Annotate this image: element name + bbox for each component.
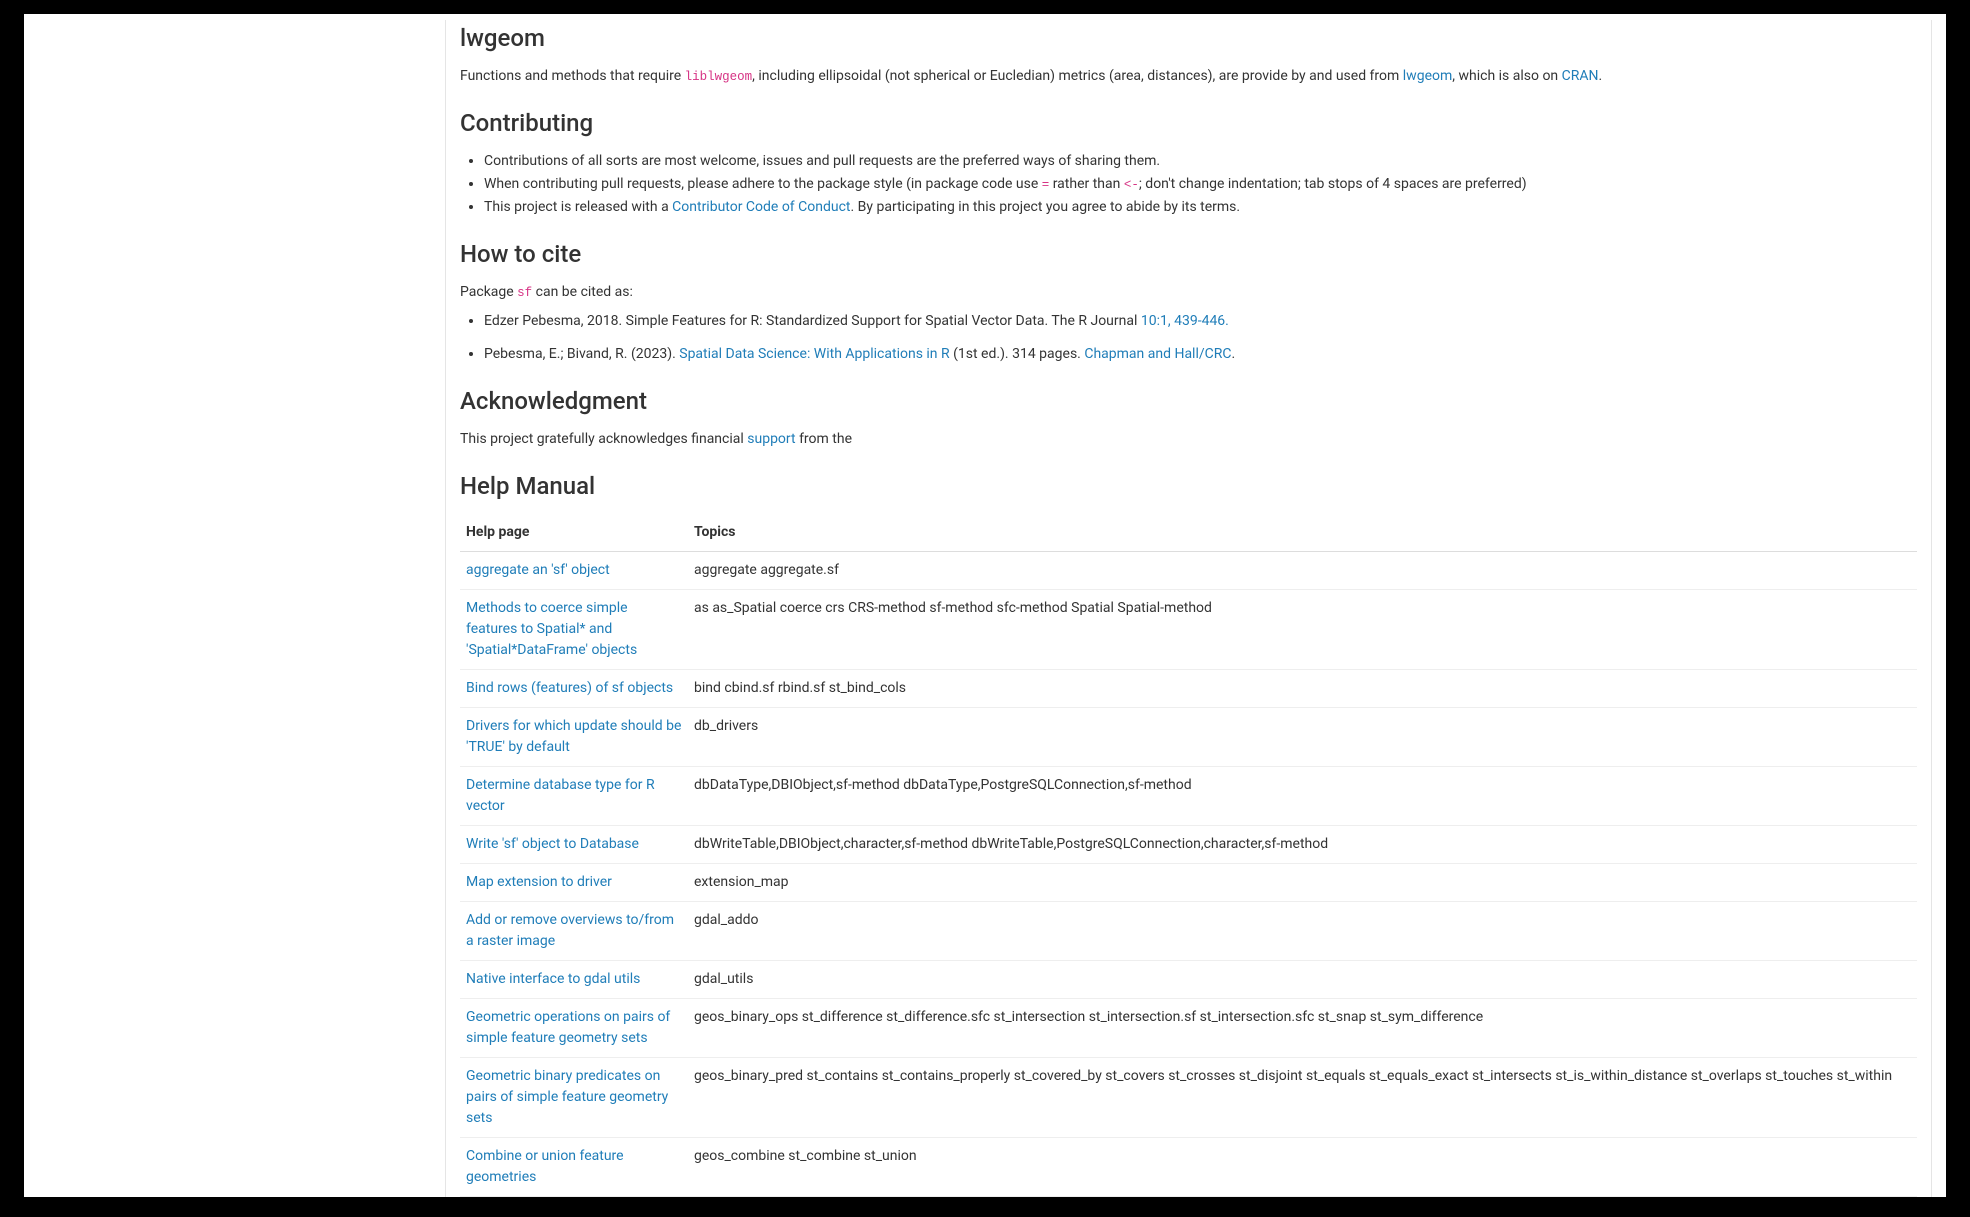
link-support[interactable]: support bbox=[747, 431, 795, 447]
text: , including ellipsoidal (not spherical o… bbox=[752, 68, 1403, 84]
text: Edzer Pebesma, 2018. Simple Features for… bbox=[484, 313, 1141, 329]
table-row: Methods to coerce simple features to Spa… bbox=[460, 590, 1917, 670]
lwgeom-paragraph: Functions and methods that require liblw… bbox=[460, 66, 1917, 87]
topics-cell: extension_map bbox=[688, 864, 1917, 902]
text: from the bbox=[796, 431, 852, 447]
table-row: Native interface to gdal utils gdal_utils bbox=[460, 961, 1917, 999]
help-page-link[interactable]: Methods to coerce simple features to Spa… bbox=[466, 600, 637, 658]
text: Functions and methods that require bbox=[460, 68, 685, 84]
topics-cell: gdal_utils bbox=[688, 961, 1917, 999]
text: . bbox=[1232, 346, 1236, 362]
help-page-link[interactable]: Geometric binary predicates on pairs of … bbox=[466, 1068, 668, 1126]
text: can be cited as: bbox=[532, 284, 633, 300]
help-page-link[interactable]: aggregate an 'sf' object bbox=[466, 562, 610, 578]
heading-help-manual: Help Manual bbox=[460, 468, 1917, 504]
code-liblwgeom: liblwgeom bbox=[685, 70, 753, 84]
topics-cell: dbDataType,DBIObject,sf-method dbDataTyp… bbox=[688, 767, 1917, 826]
text: ; don't change indentation; tab stops of… bbox=[1139, 176, 1527, 192]
link-lwgeom[interactable]: lwgeom bbox=[1403, 68, 1452, 84]
col-header-help-page: Help page bbox=[460, 514, 688, 552]
code-sf: sf bbox=[517, 286, 532, 300]
table-row: Drivers for which update should be 'TRUE… bbox=[460, 708, 1917, 767]
topics-cell: bind cbind.sf rbind.sf st_bind_cols bbox=[688, 670, 1917, 708]
text: (1st ed.). 314 pages. bbox=[950, 346, 1085, 362]
link-code-of-conduct[interactable]: Contributor Code of Conduct bbox=[672, 199, 850, 215]
help-page-link[interactable]: Add or remove overviews to/from a raster… bbox=[466, 912, 674, 949]
ack-paragraph: This project gratefully acknowledges fin… bbox=[460, 429, 1917, 450]
table-row: Determine database type for R vector dbDa… bbox=[460, 767, 1917, 826]
link-cran[interactable]: CRAN bbox=[1562, 68, 1599, 84]
heading-acknowledgment: Acknowledgment bbox=[460, 383, 1917, 419]
topics-cell: aggregate aggregate.sf bbox=[688, 552, 1917, 590]
code-arrow: <- bbox=[1124, 178, 1139, 192]
topics-cell: geos_combine st_combine st_union bbox=[688, 1138, 1917, 1197]
contributing-list: Contributions of all sorts are most welc… bbox=[460, 151, 1917, 218]
table-row: aggregate an 'sf' object aggregate aggreg… bbox=[460, 552, 1917, 590]
help-page-link[interactable]: Map extension to driver bbox=[466, 874, 612, 890]
table-row: Map extension to driver extension_map bbox=[460, 864, 1917, 902]
link-sds-book[interactable]: Spatial Data Science: With Applications … bbox=[679, 346, 949, 362]
col-header-topics: Topics bbox=[688, 514, 1917, 552]
page-viewport: lwgeom Functions and methods that requir… bbox=[24, 14, 1946, 1197]
text: When contributing pull requests, please … bbox=[484, 176, 1042, 192]
table-row: Add or remove overviews to/from a raster… bbox=[460, 902, 1917, 961]
list-item: When contributing pull requests, please … bbox=[484, 174, 1917, 195]
text: , which is also on bbox=[1452, 68, 1561, 84]
help-page-link[interactable]: Geometric operations on pairs of simple … bbox=[466, 1009, 670, 1046]
text: Pebesma, E.; Bivand, R. (2023). bbox=[484, 346, 679, 362]
list-item: Edzer Pebesma, 2018. Simple Features for… bbox=[484, 311, 1917, 332]
main-content: lwgeom Functions and methods that requir… bbox=[445, 20, 1932, 1197]
help-page-link[interactable]: Bind rows (features) of sf objects bbox=[466, 680, 673, 696]
topics-cell: dbWriteTable,DBIObject,character,sf-meth… bbox=[688, 826, 1917, 864]
help-manual-table: Help page Topics aggregate an 'sf' objec… bbox=[460, 514, 1917, 1197]
list-item: Contributions of all sorts are most welc… bbox=[484, 151, 1917, 172]
text: rather than bbox=[1049, 176, 1124, 192]
topics-cell: db_drivers bbox=[688, 708, 1917, 767]
text: This project is released with a bbox=[484, 199, 672, 215]
text: This project gratefully acknowledges fin… bbox=[460, 431, 747, 447]
table-row: Combine or union feature geometries geos_… bbox=[460, 1138, 1917, 1197]
cite-intro: Package sf can be cited as: bbox=[460, 282, 1917, 303]
topics-cell: geos_binary_ops st_difference st_differe… bbox=[688, 999, 1917, 1058]
help-page-link[interactable]: Write 'sf' object to Database bbox=[466, 836, 639, 852]
link-rjournal[interactable]: 10:1, 439-446. bbox=[1141, 313, 1229, 329]
table-row: Write 'sf' object to Database dbWriteTabl… bbox=[460, 826, 1917, 864]
heading-contributing: Contributing bbox=[460, 105, 1917, 141]
citation-list: Edzer Pebesma, 2018. Simple Features for… bbox=[460, 311, 1917, 365]
help-page-link[interactable]: Native interface to gdal utils bbox=[466, 971, 640, 987]
table-row: Geometric binary predicates on pairs of … bbox=[460, 1058, 1917, 1138]
table-row: Bind rows (features) of sf objects bind c… bbox=[460, 670, 1917, 708]
link-publisher[interactable]: Chapman and Hall/CRC bbox=[1084, 346, 1231, 362]
topics-cell: geos_binary_pred st_contains st_contains… bbox=[688, 1058, 1917, 1138]
help-page-link[interactable]: Combine or union feature geometries bbox=[466, 1148, 624, 1185]
help-page-link[interactable]: Drivers for which update should be 'TRUE… bbox=[466, 718, 681, 755]
list-item: This project is released with a Contribu… bbox=[484, 197, 1917, 218]
help-page-link[interactable]: Determine database type for R vector bbox=[466, 777, 655, 814]
topics-cell: as as_Spatial coerce crs CRS-method sf-m… bbox=[688, 590, 1917, 670]
heading-lwgeom: lwgeom bbox=[460, 20, 1917, 56]
table-row: Geometric operations on pairs of simple … bbox=[460, 999, 1917, 1058]
text: Package bbox=[460, 284, 517, 300]
text: . bbox=[1599, 68, 1603, 84]
list-item: Pebesma, E.; Bivand, R. (2023). Spatial … bbox=[484, 344, 1917, 365]
text: . By participating in this project you a… bbox=[851, 199, 1241, 215]
topics-cell: gdal_addo bbox=[688, 902, 1917, 961]
heading-how-to-cite: How to cite bbox=[460, 236, 1917, 272]
